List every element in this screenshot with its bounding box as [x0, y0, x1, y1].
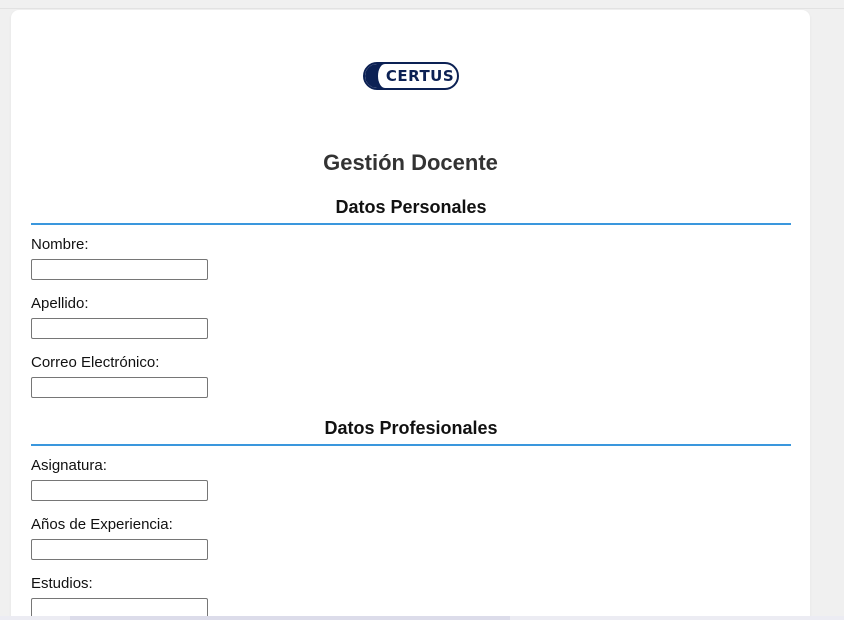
apellido-input[interactable] [31, 318, 208, 339]
asignatura-input[interactable] [31, 480, 208, 501]
logo-text: CERTUS [385, 67, 455, 85]
asignatura-label: Asignatura: [31, 457, 107, 474]
nombre-input[interactable] [31, 259, 208, 280]
scrollbar-thumb[interactable] [70, 616, 510, 620]
form-card: CERTUS Gestión Docente Datos Personales … [11, 10, 810, 620]
page-title: Gestión Docente [323, 150, 498, 175]
apellido-label: Apellido: [31, 295, 89, 312]
correo-label: Correo Electrónico: [31, 354, 160, 371]
window-top-border [0, 8, 844, 9]
section-title-personal: Datos Personales [31, 197, 791, 225]
certus-logo: CERTUS [363, 62, 459, 90]
experiencia-label: Años de Experiencia: [31, 516, 173, 533]
nombre-label: Nombre: [31, 236, 89, 253]
estudios-label: Estudios: [31, 575, 93, 592]
logo-mark-icon [365, 64, 392, 88]
experiencia-input[interactable] [31, 539, 208, 560]
horizontal-scrollbar[interactable] [0, 616, 844, 620]
correo-input[interactable] [31, 377, 208, 398]
section-title-professional: Datos Profesionales [31, 418, 791, 446]
